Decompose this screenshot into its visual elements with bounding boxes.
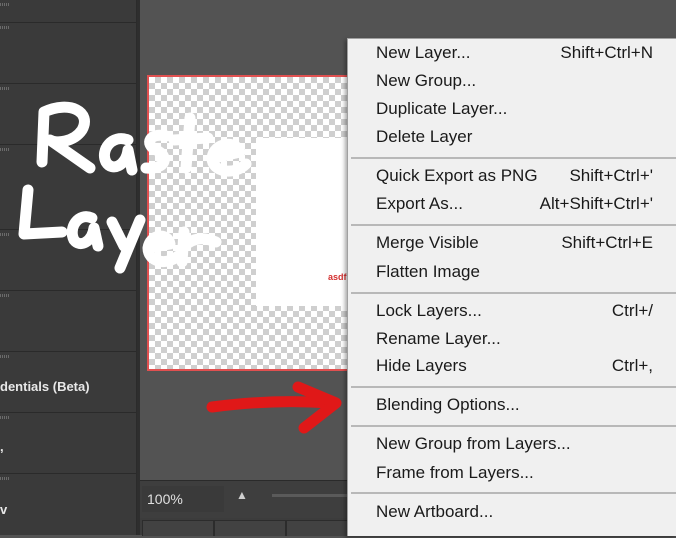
menu-item-label: New Group... bbox=[376, 71, 477, 90]
panel-row[interactable]: , bbox=[0, 413, 136, 474]
menu-item-label: Delete Layer bbox=[376, 127, 473, 146]
panel-row-label: , bbox=[0, 439, 4, 454]
menu-item-shortcut: Ctrl+/ bbox=[611, 301, 653, 320]
menu-item-label: New Artboard... bbox=[376, 502, 494, 521]
panel-row[interactable] bbox=[0, 23, 136, 84]
menu-item-quick-export-png[interactable]: Quick Export as PNG Shift+Ctrl+' bbox=[348, 164, 676, 190]
menu-item-label: Rename Layer... bbox=[376, 329, 501, 348]
menu-item-new-group-from-layers[interactable]: New Group from Layers... bbox=[348, 432, 676, 458]
menu-item-label: Export As... bbox=[376, 194, 463, 213]
zoom-level-field[interactable]: 100% bbox=[142, 486, 224, 512]
menu-item-label: Quick Export as PNG bbox=[376, 166, 538, 185]
menu-item-label: New Layer... bbox=[376, 43, 471, 62]
grip-icon[interactable] bbox=[0, 477, 10, 480]
menu-separator bbox=[351, 492, 676, 494]
menu-separator bbox=[351, 224, 676, 226]
grip-icon[interactable] bbox=[0, 3, 10, 6]
menu-item-frame-from-layers[interactable]: Frame from Layers... bbox=[348, 461, 676, 487]
grip-icon[interactable] bbox=[0, 294, 10, 297]
left-panel: s dentials (Beta) , v bbox=[0, 0, 137, 535]
menu-separator bbox=[351, 157, 676, 159]
menu-item-label: New Group from Layers... bbox=[376, 434, 571, 453]
grip-icon[interactable] bbox=[0, 26, 10, 29]
menu-item-new-group[interactable]: New Group... bbox=[348, 69, 676, 95]
menu-item-duplicate-layer[interactable]: Duplicate Layer... bbox=[348, 97, 676, 123]
menu-item-blending-options[interactable]: Blending Options... bbox=[348, 393, 676, 419]
menu-item-shortcut: Ctrl+, bbox=[611, 356, 653, 375]
menu-item-merge-visible[interactable]: Merge Visible Shift+Ctrl+E bbox=[348, 231, 676, 257]
grip-icon[interactable] bbox=[0, 355, 10, 358]
menu-item-label: Duplicate Layer... bbox=[376, 99, 508, 118]
menu-separator bbox=[351, 425, 676, 427]
panel-row[interactable] bbox=[0, 291, 136, 352]
menu-item-shortcut: Shift+Ctrl+' bbox=[569, 166, 653, 185]
zoom-slider[interactable] bbox=[272, 494, 352, 497]
panel-row[interactable] bbox=[0, 145, 136, 230]
menu-item-label: Frame from Layers... bbox=[376, 463, 534, 482]
menu-item-shortcut: Alt+Shift+Ctrl+' bbox=[539, 194, 653, 213]
menu-item-new-artboard[interactable]: New Artboard... bbox=[348, 500, 676, 526]
menu-item-label: Merge Visible bbox=[376, 233, 479, 252]
tab-channels[interactable] bbox=[214, 520, 286, 536]
menu-item-delete-layer[interactable]: Delete Layer bbox=[348, 125, 676, 151]
grip-icon[interactable] bbox=[0, 148, 10, 151]
menu-separator bbox=[351, 292, 676, 294]
menu-separator bbox=[351, 386, 676, 388]
menu-item-hide-layers[interactable]: Hide Layers Ctrl+, bbox=[348, 354, 676, 380]
menu-item-new-layer[interactable]: New Layer... Shift+Ctrl+N bbox=[348, 41, 676, 67]
mountain-icon[interactable]: ▲ bbox=[236, 488, 248, 502]
menu-item-label: Flatten Image bbox=[376, 262, 480, 281]
panel-row[interactable] bbox=[0, 230, 136, 291]
panel-row[interactable]: dentials (Beta) bbox=[0, 352, 136, 413]
menu-item-label: Blending Options... bbox=[376, 395, 520, 414]
menu-item-export-as[interactable]: Export As... Alt+Shift+Ctrl+' bbox=[348, 192, 676, 218]
panel-row-label: v bbox=[0, 502, 8, 517]
grip-icon[interactable] bbox=[0, 87, 10, 90]
menu-item-lock-layers[interactable]: Lock Layers... Ctrl+/ bbox=[348, 299, 676, 325]
menu-item-rename-layer[interactable]: Rename Layer... bbox=[348, 327, 676, 353]
menu-item-cut-off[interactable] bbox=[348, 528, 676, 538]
menu-item-shortcut: Shift+Ctrl+N bbox=[560, 43, 653, 62]
canvas-text: asdf bbox=[328, 272, 347, 282]
menu-item-label: Lock Layers... bbox=[376, 301, 482, 320]
panel-row[interactable]: s bbox=[0, 84, 136, 167]
grip-icon[interactable] bbox=[0, 233, 10, 236]
panel-row[interactable]: v bbox=[0, 474, 136, 535]
menu-item-flatten-image[interactable]: Flatten Image bbox=[348, 260, 676, 286]
tab-layers[interactable] bbox=[142, 520, 214, 536]
panel-row-label: dentials (Beta) bbox=[0, 379, 90, 394]
menu-item-shortcut: Shift+Ctrl+E bbox=[561, 233, 653, 252]
menu-item-label: Hide Layers bbox=[376, 356, 467, 375]
layer-context-menu: New Layer... Shift+Ctrl+N New Group... D… bbox=[347, 38, 676, 536]
panel-row[interactable] bbox=[0, 0, 136, 23]
grip-icon[interactable] bbox=[0, 416, 10, 419]
